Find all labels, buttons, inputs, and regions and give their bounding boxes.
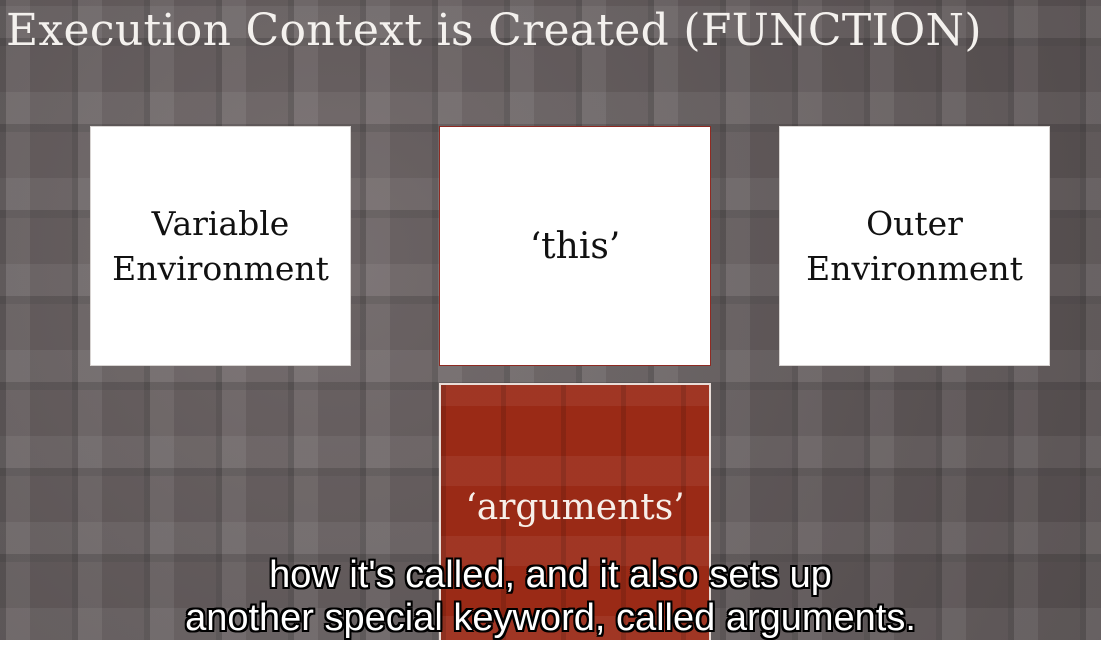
variable-environment-line2: Environment: [112, 249, 329, 288]
this-label: ‘this’: [529, 225, 621, 267]
this-box: ‘this’: [439, 126, 711, 366]
slide-title: Execution Context is Created (FUNCTION): [6, 5, 982, 56]
caption-line-1: how it's called, and it also sets up: [269, 554, 832, 596]
caption-line-2: another special keyword, called argument…: [185, 597, 916, 639]
video-captions: how it's called, and it also sets up ano…: [0, 554, 1101, 640]
outer-environment-box: Outer Environment: [779, 126, 1050, 366]
variable-environment-label: Variable Environment: [112, 201, 329, 291]
variable-environment-line1: Variable: [151, 204, 290, 243]
outer-environment-line1: Outer: [866, 204, 963, 243]
bottom-strip: [0, 640, 1101, 648]
arguments-label: ‘arguments’: [465, 487, 685, 528]
outer-environment-label: Outer Environment: [806, 201, 1023, 291]
outer-environment-line2: Environment: [806, 249, 1023, 288]
variable-environment-box: Variable Environment: [90, 126, 351, 366]
